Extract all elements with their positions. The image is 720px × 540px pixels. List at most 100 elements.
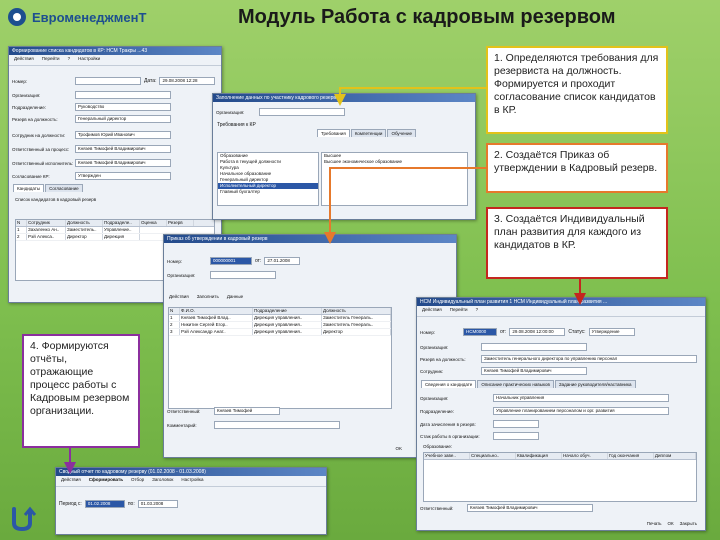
- candidates-window-title: Формирование списка кандидатов в КР: НСМ…: [9, 47, 221, 55]
- col-header[interactable]: Оценка: [140, 220, 167, 226]
- process-owner-field[interactable]: Князев Тимофей Владимирович: [75, 145, 171, 153]
- actions-menu[interactable]: Действия: [59, 477, 83, 485]
- list-item[interactable]: Главный бухгалтер: [218, 189, 318, 195]
- section-title: Список кандидатов в кадровый резерв: [15, 197, 97, 202]
- close-button[interactable]: Закрыть: [680, 521, 697, 526]
- date-field[interactable]: 29.08.2008 12:28: [159, 77, 216, 85]
- col-header[interactable]: Год окончания: [608, 453, 654, 459]
- period-to-field[interactable]: 01.03.2008: [137, 500, 178, 508]
- ok-button[interactable]: ОК: [668, 521, 674, 526]
- tab-mentor-task[interactable]: Задание руководителя/наставника: [554, 380, 636, 388]
- order-date-field[interactable]: 27.01.2008: [264, 257, 301, 265]
- tab-requirements[interactable]: Требования: [317, 129, 350, 137]
- settings-button[interactable]: Настройка: [179, 477, 205, 485]
- tenure-field[interactable]: [493, 432, 539, 440]
- reserve-position-field[interactable]: Генеральный директор: [75, 115, 171, 123]
- field-label: Ответственный за процесс:: [12, 146, 70, 152]
- responsible-field[interactable]: Князев Тимофей Владимирович: [467, 504, 593, 512]
- plan-number-field[interactable]: НСМ0000: [463, 328, 497, 336]
- callout-step-1: 1. Определяются требования для резервист…: [486, 46, 668, 134]
- actions-menu[interactable]: Действия: [12, 56, 36, 64]
- col-header[interactable]: Специально..: [470, 453, 516, 459]
- actions-menu[interactable]: Действия: [420, 307, 444, 315]
- table-row[interactable]: 1 Князев Тимофей Влад.. Дирекция управле…: [169, 315, 391, 322]
- table-row[interactable]: 1 Захаленко Ан.. Заместитель.. Управлени…: [16, 227, 214, 234]
- help-button[interactable]: ?: [66, 56, 73, 64]
- col-header[interactable]: Подразделение: [253, 308, 322, 314]
- tab-approval[interactable]: Согласование: [45, 184, 83, 192]
- order-number-field[interactable]: 000000001: [210, 257, 252, 265]
- col-header[interactable]: N: [169, 308, 180, 314]
- callout-step-2: 2. Создаётся Приказ об утверждении в Кад…: [486, 143, 668, 193]
- field-label: Ответственный:: [420, 505, 454, 511]
- go-menu[interactable]: Перейти: [40, 56, 62, 64]
- period-from-field[interactable]: 01.02.2008: [84, 500, 125, 508]
- print-button[interactable]: Печать: [647, 521, 662, 526]
- go-menu[interactable]: Перейти: [448, 307, 470, 315]
- col-header[interactable]: Должность: [66, 220, 103, 226]
- employee-field[interactable]: Трофимов Юрий Иванович: [75, 131, 171, 139]
- tab-training[interactable]: Обучение: [387, 129, 417, 137]
- settings-button[interactable]: Настройки: [76, 56, 102, 64]
- tab-candidate-info[interactable]: Сведения о кандидате: [421, 380, 477, 388]
- table-row[interactable]: 2 Никитин Сергей Егор.. Дирекция управле…: [169, 322, 391, 329]
- filter-button[interactable]: Отбор: [129, 477, 146, 485]
- col-header[interactable]: Диплом: [654, 453, 696, 459]
- help-button[interactable]: ?: [474, 307, 481, 315]
- field-label: Ответственный:: [167, 408, 201, 414]
- col-header[interactable]: Подразделе..: [103, 220, 140, 226]
- ok-button[interactable]: OK: [395, 446, 402, 451]
- field-label: Подразделение:: [12, 104, 47, 110]
- tab-competencies[interactable]: Компетенции: [350, 129, 387, 137]
- department-field[interactable]: Руководство: [75, 103, 171, 111]
- approval-status-field[interactable]: Утвержден: [75, 172, 171, 180]
- order-window: Приказ об утверждении в кадровый резерв …: [163, 234, 457, 458]
- tab-skills[interactable]: Описание практических навыков: [477, 380, 554, 388]
- executor-field[interactable]: Князев Тимофей Владимирович: [75, 159, 171, 167]
- status-field[interactable]: Утверждение: [588, 328, 635, 336]
- col-header[interactable]: Должность: [322, 308, 391, 314]
- col-header[interactable]: Квалификация: [516, 453, 562, 459]
- col-header[interactable]: Ф.И.О.: [180, 308, 253, 314]
- comment-field[interactable]: [214, 421, 340, 429]
- development-plan-toolbar: Действия Перейти ?: [417, 306, 705, 317]
- enrollment-date-field[interactable]: [493, 420, 539, 428]
- tab-candidates[interactable]: Кандидаты: [13, 184, 45, 192]
- data-menu[interactable]: Данные: [225, 294, 245, 302]
- development-plan-window: НСМ Индивидуальный план развития 1 НСМ И…: [416, 297, 706, 531]
- list-item[interactable]: Высшее экономическое образование: [322, 159, 467, 165]
- callout-step-3: 3. Создаётся Индивидуальный план развити…: [486, 207, 668, 279]
- generate-button[interactable]: Сформировать: [87, 477, 125, 485]
- org-field[interactable]: [75, 91, 171, 99]
- cell: Князев Тимофей Влад..: [180, 315, 253, 321]
- header-button[interactable]: Заголовок: [150, 477, 175, 485]
- reserve-position-field[interactable]: Заместитель генерального директора по уп…: [481, 355, 697, 363]
- actions-menu[interactable]: Действия: [167, 294, 191, 302]
- col-header[interactable]: Учебное заве..: [424, 453, 470, 459]
- fill-button[interactable]: Заполнить: [195, 294, 221, 302]
- job-title-field[interactable]: Начальник управления: [493, 394, 669, 402]
- cell: Никитин Сергей Егор..: [180, 322, 253, 328]
- col-header[interactable]: Резерв: [167, 220, 194, 226]
- col-header[interactable]: Начало обуч.: [562, 453, 608, 459]
- table-row[interactable]: 3 Рэй Александр Анат.. Дирекция управлен…: [169, 329, 391, 336]
- org-field[interactable]: [210, 271, 276, 279]
- col-header[interactable]: Сотрудник: [27, 220, 66, 226]
- org-field[interactable]: [259, 108, 345, 116]
- responsible-field[interactable]: Князев Тимофей: [214, 407, 280, 415]
- number-field[interactable]: [75, 77, 141, 85]
- period-to-label: по:: [127, 501, 135, 507]
- department-field[interactable]: Управление планированием персоналом и ор…: [493, 407, 669, 415]
- cell: Рэй Алекса..: [27, 234, 66, 240]
- field-label: Подразделение:: [420, 408, 455, 414]
- col-header[interactable]: N: [16, 220, 27, 226]
- employee-field[interactable]: Князев Тимофей Владимирович: [481, 367, 587, 375]
- org-field[interactable]: [481, 343, 587, 351]
- requirements-window-title: Заполнение данных по участнику кадрового…: [213, 94, 475, 102]
- callout-step-4: 4. Формируются отчёты, отражающие процес…: [22, 334, 140, 448]
- requirements-header: Требования к КР: [217, 122, 256, 128]
- cell: Рэй Александр Анат..: [180, 329, 253, 335]
- order-table-toolbar: Действия Заполнить Данные: [164, 293, 248, 303]
- plan-date-field[interactable]: 29.08.2008 12:00:00: [509, 328, 566, 336]
- education-table: Учебное заве.. Специально.. Квалификация…: [423, 452, 697, 502]
